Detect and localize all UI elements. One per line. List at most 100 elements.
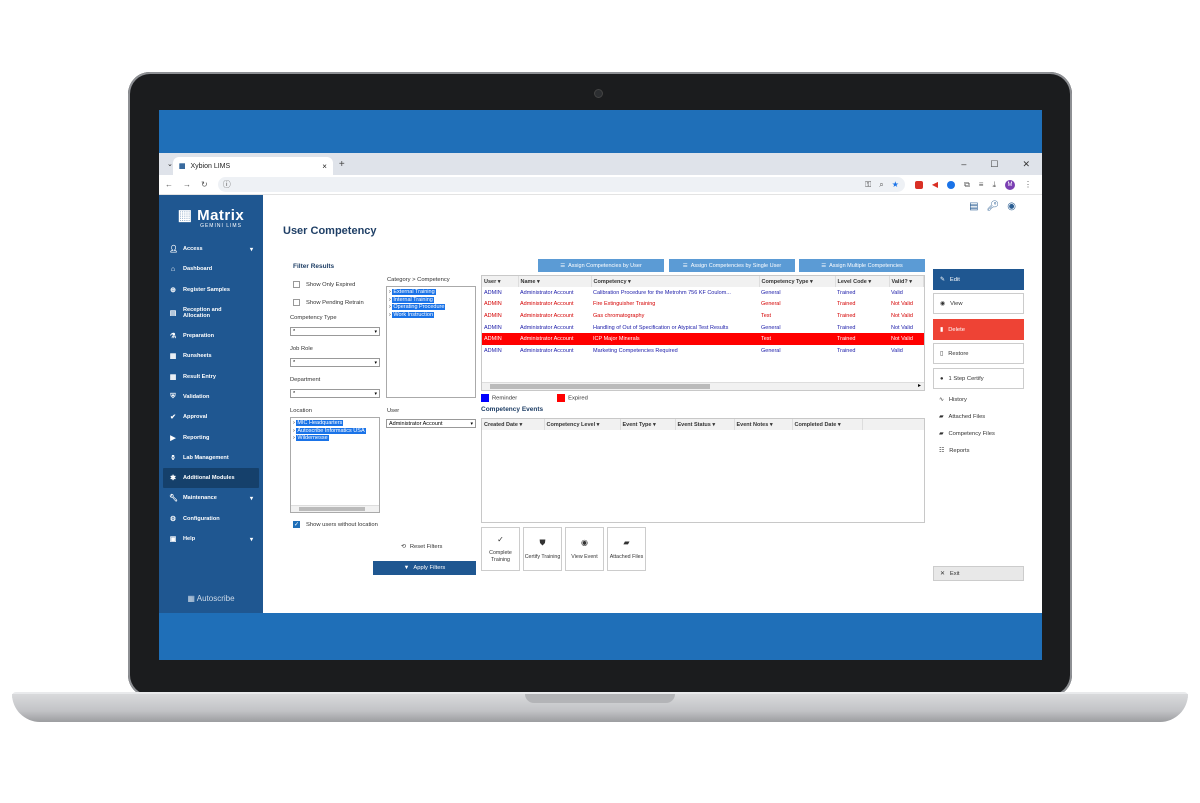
- minimize-button[interactable]: –: [961, 159, 966, 170]
- reading-list-icon[interactable]: ≡: [979, 180, 984, 189]
- exit-button[interactable]: ✕ Exit: [933, 566, 1024, 581]
- show-pending-retrain-checkbox[interactable]: Show Pending Retrain: [293, 299, 364, 306]
- job-role-select[interactable]: * ▾: [290, 358, 380, 367]
- checkbox-box[interactable]: [293, 281, 300, 288]
- view-button[interactable]: ◉ View: [933, 293, 1024, 314]
- competency-files-button[interactable]: ▰ Competency Files: [933, 426, 1024, 442]
- competency-grid[interactable]: User ▾ Name ▾ Competency ▾ Competency Ty…: [481, 275, 925, 391]
- forward-icon[interactable]: →: [183, 180, 191, 189]
- table-row[interactable]: ADMIN Administrator Account Fire Extinguis…: [482, 299, 924, 311]
- column-header[interactable]: Event Status ▾: [675, 419, 735, 430]
- close-window-button[interactable]: ✕: [1022, 159, 1030, 170]
- sidebar-item-reporting[interactable]: ▶ Reporting: [159, 427, 263, 447]
- column-header[interactable]: Level Code ▾: [835, 276, 890, 287]
- table-row[interactable]: ADMIN Administrator Account Gas chromatogr…: [482, 310, 924, 322]
- extension-blue-icon[interactable]: [947, 180, 956, 189]
- key-icon[interactable]: 🔑︎: [987, 201, 1000, 212]
- back-icon[interactable]: ←: [165, 180, 173, 189]
- tree-item[interactable]: › Internal Training: [389, 296, 473, 305]
- new-tab-button[interactable]: +: [339, 159, 345, 170]
- sidebar-item-additional-modules[interactable]: ✱ Additional Modules: [163, 467, 259, 489]
- list-icon[interactable]: ▤: [969, 201, 978, 212]
- table-row-selected[interactable]: ADMIN Administrator Account ICP Major Mine…: [482, 333, 924, 345]
- category-tree[interactable]: › External Training › Internal Training …: [386, 286, 476, 398]
- attached-files-button[interactable]: ▰ Attached Files: [607, 527, 646, 571]
- tree-item[interactable]: › External Training: [389, 289, 473, 297]
- complete-training-button[interactable]: ✓ Complete Training: [481, 527, 520, 571]
- sidebar-item-result-entry[interactable]: ▦ Result Entry: [159, 366, 263, 386]
- show-only-expired-checkbox[interactable]: Show Only Expired: [293, 281, 355, 288]
- sidebar-item-lab-management[interactable]: ⚱ Lab Management: [159, 448, 263, 468]
- extension-pdf-icon[interactable]: [914, 180, 923, 189]
- location-tree[interactable]: › MIC Headquarters › Autoscribe Informat…: [290, 417, 380, 513]
- show-without-location-checkbox[interactable]: ✓ Show users without location: [293, 521, 378, 528]
- maximize-button[interactable]: ☐: [990, 159, 998, 170]
- sidebar-item-help[interactable]: ▣ Help ▾: [159, 529, 263, 549]
- table-row[interactable]: ADMIN Administrator Account Marketing Comp…: [482, 345, 924, 357]
- sidebar-item-dashboard[interactable]: ⌂ Dashboard: [159, 259, 263, 279]
- assign-multiple-button[interactable]: ☰ Assign Multiple Competencies: [799, 259, 925, 272]
- extension-megaphone-icon[interactable]: ◀: [932, 180, 938, 189]
- tab-close-icon[interactable]: ×: [322, 162, 327, 171]
- events-grid[interactable]: Created Date ▾ Competency Level ▾ Event …: [481, 418, 925, 523]
- scroll-right-icon[interactable]: ▸: [918, 382, 921, 389]
- view-event-button[interactable]: ◉ View Event: [565, 527, 604, 571]
- sidebar-item-register-samples[interactable]: ⊕ Register Samples: [159, 280, 263, 300]
- tree-item[interactable]: › Work Instruction: [389, 311, 473, 320]
- column-header[interactable]: Created Date ▾: [482, 419, 545, 430]
- table-row[interactable]: ADMIN Administrator Account Calibration Pr…: [482, 287, 924, 299]
- address-bar[interactable]: ⓘ ⚿ ⌕ ★: [217, 177, 905, 192]
- column-header[interactable]: Event Notes ▾: [734, 419, 793, 430]
- checkbox-checked[interactable]: ✓: [293, 521, 300, 528]
- column-header[interactable]: User ▾: [482, 276, 519, 287]
- scroll-thumb[interactable]: [490, 384, 710, 389]
- assign-single-user-button[interactable]: ☰ Assign Competencies by Single User: [669, 259, 795, 272]
- department-select[interactable]: * ▾: [290, 389, 380, 398]
- assign-by-user-button[interactable]: ☰ Assign Competencies by User: [538, 259, 664, 272]
- tree-item[interactable]: › Autoscribe Informatics USA: [293, 427, 377, 436]
- reload-icon[interactable]: ↻: [201, 180, 208, 189]
- bookmark-star-icon[interactable]: ★: [892, 180, 899, 190]
- user-select[interactable]: Administrator Account ▾: [386, 419, 476, 428]
- sidebar-item-reception[interactable]: ▤ Reception and Allocation: [159, 300, 263, 326]
- table-row[interactable]: ADMIN Administrator Account Handling of Ou…: [482, 322, 924, 334]
- sidebar-item-runsheets[interactable]: ▦ Runsheets: [159, 346, 263, 366]
- certify-training-button[interactable]: ⛊ Certify Training: [523, 527, 562, 571]
- restore-button[interactable]: ▯ Restore: [933, 343, 1024, 364]
- column-header[interactable]: Competency Type ▾: [759, 276, 836, 287]
- zoom-icon[interactable]: ⌕: [879, 180, 883, 190]
- tree-item[interactable]: › Operating Procedure: [389, 304, 473, 312]
- profile-avatar[interactable]: M: [1005, 179, 1015, 190]
- column-header[interactable]: Name ▾: [518, 276, 592, 287]
- tree-item[interactable]: › MIC Headquarters: [293, 420, 377, 428]
- location-scrollbar[interactable]: [291, 505, 379, 512]
- browser-tab[interactable]: ▦ Xybion LIMS ×: [172, 157, 333, 175]
- tree-item[interactable]: › Wildernesse: [293, 435, 377, 443]
- sidebar-item-access[interactable]: 👤︎ Access ▾: [159, 239, 263, 259]
- reports-button[interactable]: ☷ Reports: [933, 443, 1024, 459]
- download-icon[interactable]: ⤓: [992, 180, 996, 190]
- column-header[interactable]: Valid? ▾: [889, 276, 924, 287]
- sidebar-item-preparation[interactable]: ⚗ Preparation: [159, 326, 263, 346]
- apply-filters-button[interactable]: ▼ Apply Filters: [373, 561, 476, 575]
- edit-button[interactable]: ✎ Edit: [933, 269, 1024, 290]
- column-header[interactable]: Competency ▾: [591, 276, 760, 287]
- user-circle-icon[interactable]: ◉: [1007, 201, 1016, 212]
- scroll-thumb[interactable]: [299, 507, 365, 511]
- reset-filters-button[interactable]: ⟲ Reset Filters: [401, 544, 442, 550]
- browser-menu-icon[interactable]: ⋮: [1024, 180, 1032, 189]
- attached-files-action[interactable]: ▰ Attached Files: [933, 409, 1024, 425]
- tab-search-icon[interactable]: ⌄: [167, 160, 173, 168]
- key-icon[interactable]: ⚿: [865, 180, 871, 190]
- competency-type-select[interactable]: * ▾: [290, 327, 380, 336]
- column-header[interactable]: Event Type ▾: [620, 419, 676, 430]
- delete-button[interactable]: ▮ Delete: [933, 319, 1024, 340]
- column-header[interactable]: Completed Date ▾: [792, 419, 863, 430]
- sidebar-item-approval[interactable]: ✔ Approval: [159, 407, 263, 427]
- extensions-puzzle-icon[interactable]: ⧉: [964, 180, 970, 190]
- sidebar-item-maintenance[interactable]: 🔧︎ Maintenance ▾: [159, 488, 263, 508]
- site-info-icon[interactable]: ⓘ: [223, 179, 231, 190]
- history-button[interactable]: ∿ History: [933, 392, 1024, 408]
- step-certify-button[interactable]: ● 1 Step Certify: [933, 368, 1024, 389]
- sidebar-item-configuration[interactable]: ⚙ Configuration: [159, 509, 263, 529]
